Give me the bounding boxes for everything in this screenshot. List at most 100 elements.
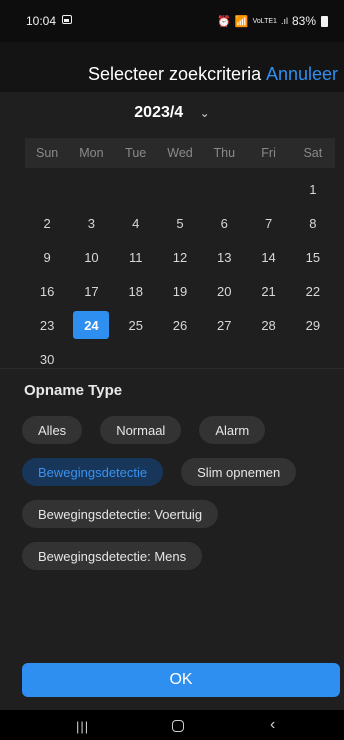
calendar-day-label: 15 [305,249,321,265]
calendar-day-label: 20 [217,283,232,299]
calendar-day-label: 26 [172,317,188,333]
calendar-day-25[interactable]: 25 [114,308,158,342]
calendar-day-label: 18 [128,283,143,299]
calendar-day-label: 19 [172,283,188,299]
weekday-thu: Thu [213,146,236,160]
calendar-day-13[interactable]: 13 [202,240,246,274]
calendar-day-label: 1 [309,181,317,197]
calendar-day-30[interactable]: 30 [25,342,69,376]
calendar-day-29[interactable]: 29 [291,308,335,342]
calendar-day-label: 10 [84,249,99,265]
calendar-day-label: 9 [43,249,51,265]
calendar-blank [158,172,202,206]
divider [0,368,344,369]
calendar-day-10[interactable]: 10 [69,240,113,274]
calendar-day-label: 23 [39,317,55,333]
navigation-bar: ||| ‹ [0,710,344,740]
calendar-day-label: 28 [261,317,276,333]
calendar-day-17[interactable]: 17 [69,274,113,308]
recording-type-chip[interactable]: Slim opnemen [181,458,297,486]
calendar-day-label: 25 [128,317,143,333]
calendar-day-label: 12 [172,249,188,265]
battery-label: 83% [291,14,316,28]
calendar-day-28[interactable]: 28 [246,308,290,342]
calendar-day-label: 2 [43,215,51,231]
calendar-day-label: 7 [264,215,273,231]
calendar-day-label: 29 [305,317,321,333]
calendar-day-24[interactable]: 24 [69,308,113,342]
calendar-blank [202,172,246,206]
calendar-day-11[interactable]: 11 [114,240,158,274]
calendar-day-label: 5 [176,215,184,231]
recording-type-title: Opname Type [24,382,123,399]
recording-type-chip[interactable]: Alles [22,416,83,444]
calendar-day-label: 21 [261,283,276,299]
calendar-day-label: 4 [132,215,140,231]
network-label: VoLTE1 [252,17,277,25]
signal-icon: .ıl [280,16,288,26]
calendar-day-14[interactable]: 14 [246,240,290,274]
calendar-day-label: 11 [128,249,143,265]
calendar-day-16[interactable]: 16 [25,274,69,308]
calendar-day-2[interactable]: 2 [25,206,69,240]
month-selector[interactable]: 2023/4 ⌄ [0,104,344,122]
calendar-day-27[interactable]: 27 [202,308,246,342]
header: Selecteer zoekcriteria Annuleer [0,42,344,92]
calendar-day-21[interactable]: 21 [246,274,290,308]
weekday-mon: Mon [79,146,104,160]
calendar-day-label: 3 [87,215,96,231]
recording-type-chip[interactable]: Bewegingsdetectie: Mens [22,542,203,570]
weekday-fri: Fri [261,146,276,160]
calendar-day-label: 8 [309,215,317,231]
calendar-day-label: 17 [84,283,99,299]
calendar-day-26[interactable]: 26 [158,308,202,342]
recording-type-chip[interactable]: Bewegingsdetectie: Voertuig [22,500,219,528]
calendar-day-6[interactable]: 6 [202,206,246,240]
calendar-day-label: 30 [39,351,55,367]
home-icon[interactable] [172,720,184,732]
recording-type-chip[interactable]: Alarm [199,416,266,444]
wifi-icon: 📶 [234,15,249,28]
recent-apps-icon[interactable]: ||| [76,719,89,734]
calendar-day-4[interactable]: 4 [114,206,158,240]
calendar-grid: 1 2 3 4 5 6 7 8 9 10 11 12 13 14 15 16 17 18 19 20 21 22 23 24 2… [25,172,335,376]
chevron-down-icon: ⌄ [199,106,210,120]
cancel-button[interactable]: Annuleer [266,64,338,85]
weekday-header: Sun Mon Tue Wed Thu Fri Sat [25,138,335,168]
image-icon [62,15,72,24]
calendar-day-19[interactable]: 19 [158,274,202,308]
calendar-day-18[interactable]: 18 [114,274,158,308]
recording-type-chip[interactable]: Normaal [100,416,182,444]
calendar-day-9[interactable]: 9 [25,240,69,274]
weekday-sat: Sat [303,146,323,160]
weekday-tue: Tue [125,146,147,160]
calendar-day-label: 14 [261,249,276,265]
calendar-day-1[interactable]: 1 [291,172,335,206]
calendar-day-label: 24 [73,311,110,339]
calendar-day-8[interactable]: 8 [291,206,335,240]
calendar-day-5[interactable]: 5 [158,206,202,240]
calendar-day-7[interactable]: 7 [246,206,290,240]
calendar-day-23[interactable]: 23 [25,308,69,342]
calendar-blank [246,172,290,206]
calendar-day-12[interactable]: 12 [158,240,202,274]
battery-icon [321,15,328,27]
status-icons: ⏰ 📶 VoLTE1 .ıl 83% [217,14,328,28]
search-criteria-panel: 2023/4 ⌄ Sun Mon Tue Wed Thu Fri Sat 123456789… [0,92,344,710]
recording-type-chip[interactable]: Bewegingsdetectie [22,458,164,486]
page-title: Selecteer zoekcriteria [88,64,262,84]
ok-button[interactable]: OK [22,663,340,697]
calendar-day-22[interactable]: 22 [291,274,335,308]
status-time: 10:04 [26,14,57,28]
calendar-day-15[interactable]: 15 [291,240,335,274]
back-icon[interactable]: ‹ [270,716,275,734]
calendar-day-label: 22 [305,283,321,299]
calendar-blank [114,172,158,206]
calendar-day-label: 13 [217,249,232,265]
calendar-day-3[interactable]: 3 [69,206,113,240]
calendar-day-label: 6 [220,215,228,231]
calendar-day-label: 27 [217,317,232,333]
month-label: 2023/4 [134,104,184,121]
weekday-sun: Sun [36,146,59,160]
calendar-day-20[interactable]: 20 [202,274,246,308]
